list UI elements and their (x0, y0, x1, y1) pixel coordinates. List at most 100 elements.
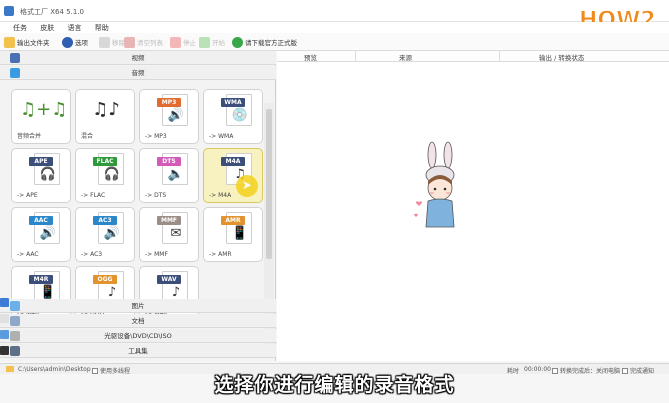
category-video[interactable]: 视频 (0, 51, 276, 65)
options-icon (62, 36, 73, 48)
file-document-icon: AMR 📱 (221, 212, 252, 244)
category-image[interactable]: 图片 (0, 299, 276, 313)
download-official-button[interactable]: 请下载官方正式版 (232, 36, 297, 48)
folder-icon (4, 36, 15, 48)
format-tile-mix[interactable]: ♫♪ 混合 (75, 89, 135, 144)
format-tile-ac3[interactable]: AC3 🔊 -> AC3 (75, 207, 135, 262)
format-tile-label: -> FLAC (81, 192, 106, 199)
file-document-icon: AAC 🔊 (29, 212, 60, 244)
file-document-icon: MP3 🔊 (157, 94, 188, 126)
file-document-icon: WMA 💿 (221, 94, 252, 126)
category-rom-device[interactable]: 光驱设备\DVD\CD\ISO (0, 329, 276, 343)
audio-icon (10, 68, 20, 78)
remove-button[interactable]: 移除 (99, 36, 125, 48)
format-badge: MP3 (157, 98, 181, 107)
format-badge: FLAC (93, 157, 117, 166)
format-badge: DTS (157, 157, 181, 166)
desktop-icon (0, 298, 9, 307)
envelope-icon: ✉ (170, 226, 182, 241)
stop-icon (170, 36, 181, 48)
format-tile-mp3[interactable]: MP3 🔊 -> MP3 (139, 89, 199, 144)
format-tile-wma[interactable]: WMA 💿 -> WMA (203, 89, 263, 144)
format-tile-label: -> DTS (145, 192, 167, 199)
format-tile-amr[interactable]: AMR 📱 -> AMR (203, 207, 263, 262)
phone-icon: 📱 (231, 226, 249, 241)
format-tile-ape[interactable]: APE 🎧 -> APE (11, 148, 71, 203)
column-source[interactable]: 来源 (399, 52, 412, 62)
column-preview[interactable]: 预览 (304, 52, 317, 62)
headphones-icon: 🎧 (39, 167, 57, 182)
file-document-icon: FLAC 🎧 (93, 153, 124, 185)
menu-help[interactable]: 帮助 (95, 23, 109, 33)
document-icon (10, 316, 20, 326)
desktop-icon (0, 330, 9, 339)
file-document-icon: MMF ✉ (157, 212, 188, 244)
speaker-icon: 🔊 (39, 226, 57, 241)
mouse-cursor-icon: ➤ (236, 175, 258, 197)
column-output-status[interactable]: 输出 / 转换状态 (539, 52, 584, 62)
speaker-icon: 🔊 (103, 226, 121, 241)
window-title: 格式工厂 X64 5.1.0 (20, 8, 84, 16)
format-tile-label: -> APE (17, 192, 38, 199)
format-badge: AMR (221, 216, 245, 225)
image-icon (10, 301, 20, 311)
format-badge: OGG (93, 275, 117, 284)
audio-mix-icon: ♫♪ (92, 99, 120, 120)
format-badge: WAV (157, 275, 181, 284)
format-tile-label: 音频合并 (17, 133, 42, 140)
file-document-icon: DTS 🔈 (157, 153, 188, 185)
options-button[interactable]: 选项 (62, 36, 88, 48)
format-tile-aac[interactable]: AAC 🔊 -> AAC (11, 207, 71, 262)
menu-task[interactable]: 任务 (13, 23, 27, 33)
menu-skin[interactable]: 皮肤 (40, 23, 54, 33)
category-tools[interactable]: 工具集 (0, 344, 276, 358)
format-tile-label: -> AC3 (81, 251, 103, 258)
format-tile-label: -> AAC (17, 251, 39, 258)
video-subtitle: 选择你进行编辑的录音格式 (214, 374, 455, 396)
clear-x-icon (124, 36, 135, 48)
download-icon (232, 36, 243, 48)
format-badge: APE (29, 157, 53, 166)
format-tile-dts[interactable]: DTS 🔈 -> DTS (139, 148, 199, 203)
play-icon (199, 36, 210, 48)
format-badge: AAC (29, 216, 53, 225)
format-tile-flac[interactable]: FLAC 🎧 -> FLAC (75, 148, 135, 203)
format-tile-m4a[interactable]: M4A ♫ -> M4A ➤ (203, 148, 263, 203)
format-badge: M4R (29, 275, 53, 284)
format-tile-mmf[interactable]: MMF ✉ -> MMF (139, 207, 199, 262)
format-tile-label: -> AMR (209, 251, 232, 258)
headphones-icon: 🎧 (103, 167, 121, 182)
function-panel: 视频 音频 ♫+♫ 音频合并 ♫♪ 混合 MP3 🔊 -> MP3 WMA 💿 -> WMA APE… (0, 51, 276, 361)
speaker-icon: 🔈 (167, 167, 185, 182)
format-factory-window: 格式工厂 X64 5.1.0 HOW2 任务 皮肤 语言 帮助 输出文件夹 选项… (0, 0, 669, 403)
stop-button[interactable]: 停止 (170, 36, 196, 48)
category-document[interactable]: 文档 (0, 314, 276, 328)
file-document-icon: AC3 🔊 (93, 212, 124, 244)
start-button[interactable]: 开始 (199, 36, 225, 48)
format-badge: M4A (221, 157, 245, 166)
output-folder-button[interactable]: 输出文件夹 (4, 36, 50, 48)
video-icon (10, 53, 20, 63)
desktop-icon (0, 346, 9, 355)
remove-icon (99, 36, 110, 48)
disc-drive-icon (10, 331, 20, 341)
file-document-icon: APE 🎧 (29, 153, 60, 185)
tools-icon (10, 346, 20, 356)
toolbar: 输出文件夹 选项 移除 清空列表 停止 开始 请下载官方正式版 (0, 33, 669, 51)
format-tile-label: -> WMA (209, 133, 234, 140)
category-audio[interactable]: 音频 (0, 66, 276, 80)
menu-bar: 任务 皮肤 语言 帮助 (0, 22, 669, 33)
mascot-illustration (414, 141, 455, 228)
desktop-icons-strip (0, 296, 10, 366)
clear-list-button[interactable]: 清空列表 (124, 36, 163, 48)
format-tile-label: -> MMF (145, 251, 168, 258)
task-list-panel: 预览 来源 输出 / 转换状态 (277, 51, 669, 361)
format-tile-merge[interactable]: ♫+♫ 音频合并 (11, 89, 71, 144)
scrollbar-thumb[interactable] (266, 109, 272, 259)
speaker-icon: 🔊 (167, 108, 185, 123)
format-badge: AC3 (93, 216, 117, 225)
menu-language[interactable]: 语言 (67, 23, 81, 33)
app-icon (4, 6, 14, 16)
audio-merge-icon: ♫+♫ (20, 99, 68, 120)
format-badge: WMA (221, 98, 245, 107)
